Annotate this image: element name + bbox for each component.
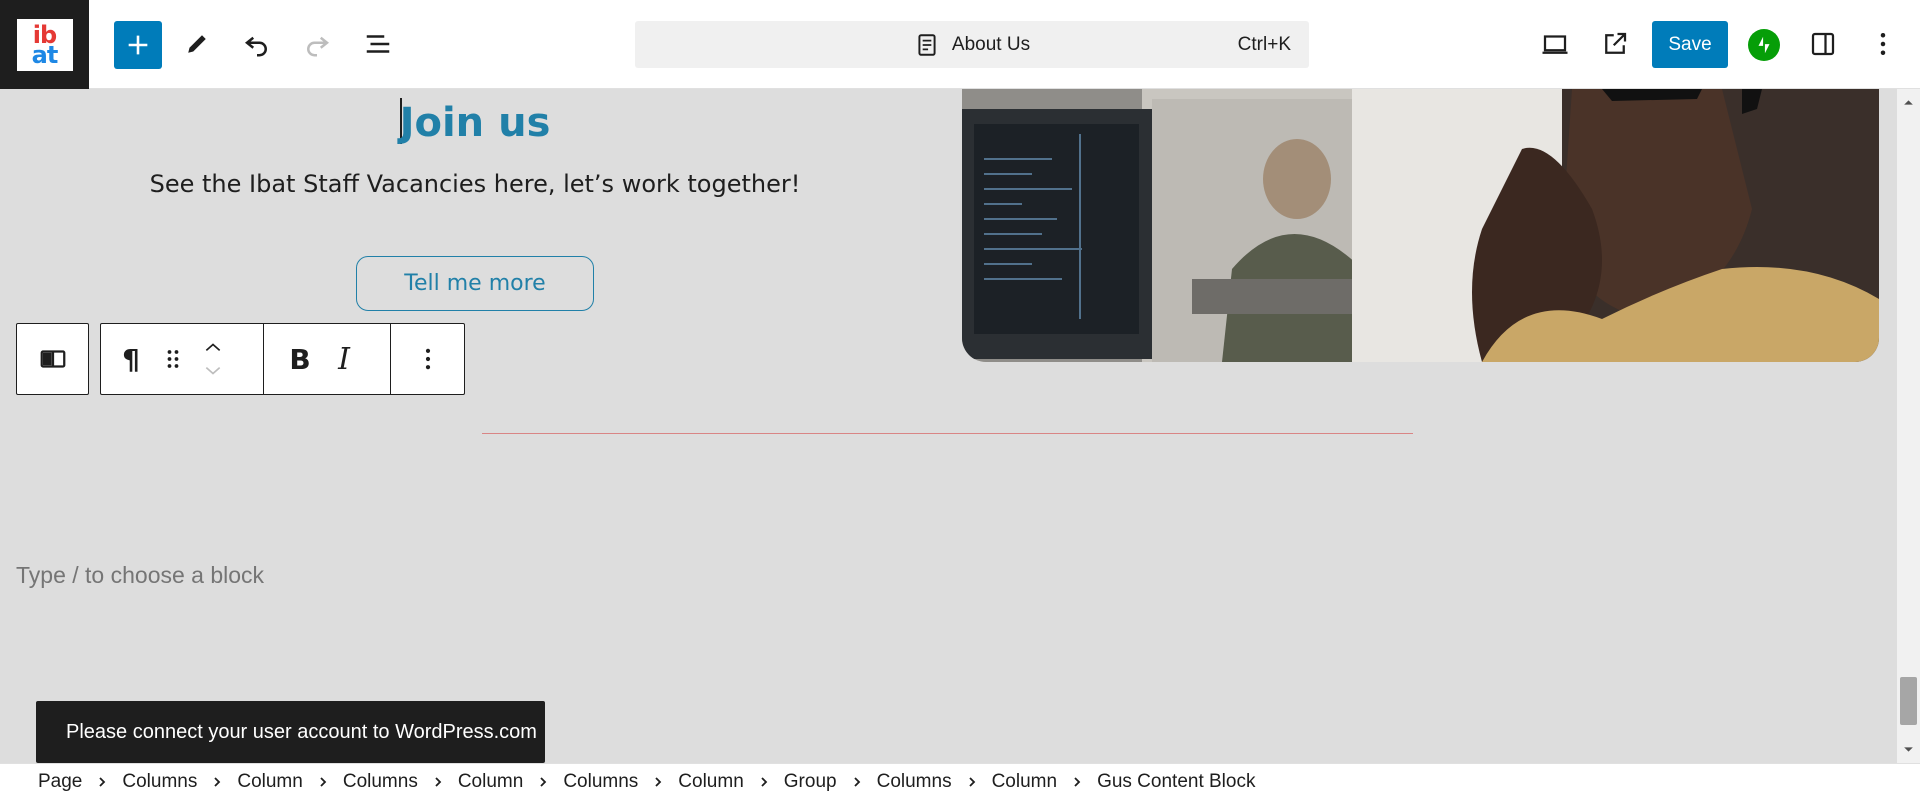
canvas-scrollbar[interactable]	[1897, 89, 1920, 763]
pencil-icon	[188, 35, 206, 53]
move-up-button[interactable]	[201, 338, 225, 356]
document-overview-button[interactable]	[354, 20, 402, 68]
block-toolbar: ¶ B I	[100, 323, 465, 395]
plus-icon	[128, 35, 148, 55]
site-logo-button[interactable]: ib at	[0, 0, 89, 89]
chevron-right-icon	[1069, 774, 1085, 790]
breadcrumb-item-columns[interactable]: Columns	[551, 767, 650, 797]
join-heading[interactable]: Join us	[0, 93, 950, 153]
chevron-right-icon	[849, 774, 865, 790]
undo-button[interactable]	[233, 20, 281, 68]
block-toolbar-group-more	[391, 324, 464, 394]
person-at-computer-image	[962, 89, 1879, 362]
breadcrumb-item-columns[interactable]: Columns	[110, 767, 209, 797]
chevron-down-icon	[205, 367, 221, 375]
view-page-button[interactable]	[1591, 20, 1639, 68]
command-palette-bar[interactable]: About Us Ctrl+K	[635, 21, 1309, 68]
list-view-icon	[366, 35, 390, 53]
breadcrumb-item-column[interactable]: Column	[225, 767, 314, 797]
scroll-thumb[interactable]	[1900, 677, 1917, 725]
editor-header: ib at About Us Ctrl+K Save	[0, 0, 1920, 89]
vacancies-paragraph[interactable]: See the Ibat Staff Vacancies here, let’s…	[0, 170, 950, 198]
add-block-button[interactable]	[114, 21, 162, 69]
more-vertical-icon	[425, 348, 430, 370]
redo-icon	[307, 36, 330, 57]
site-logo: ib at	[16, 18, 73, 71]
paragraph-button[interactable]: ¶	[109, 324, 153, 394]
jetpack-icon	[1758, 36, 1770, 54]
save-button[interactable]: Save	[1652, 21, 1728, 68]
pilcrow-icon: ¶	[122, 342, 140, 376]
breadcrumb-item-column[interactable]: Column	[446, 767, 535, 797]
chevron-right-icon	[94, 774, 110, 790]
chevron-up-icon	[205, 343, 221, 351]
undo-icon	[244, 36, 267, 57]
snackbar-message: Please connect your user account to Word…	[66, 720, 537, 743]
sidebar-icon	[1811, 32, 1835, 56]
breadcrumb-item-group[interactable]: Group	[772, 767, 849, 797]
drag-handle[interactable]	[153, 324, 193, 394]
join-heading-text: Join us	[399, 100, 551, 146]
redo-button[interactable]	[293, 20, 341, 68]
breadcrumb-item-page[interactable]: Page	[26, 767, 94, 797]
settings-button[interactable]	[1799, 20, 1847, 68]
breadcrumb-item-columns[interactable]: Columns	[865, 767, 964, 797]
block-movers	[193, 324, 233, 394]
chevron-right-icon	[964, 774, 980, 790]
more-vertical-icon	[1880, 33, 1886, 55]
command-shortcut: Ctrl+K	[1237, 34, 1291, 55]
breadcrumb-item-current: Gus Content Block	[1097, 771, 1256, 792]
editor-canvas: Join us See the Ibat Staff Vacancies her…	[0, 89, 1897, 763]
external-link-icon	[1605, 32, 1627, 54]
bold-button[interactable]: B	[278, 324, 322, 394]
tools-button[interactable]	[173, 20, 221, 68]
logo-text-bottom: at	[31, 40, 59, 69]
jetpack-button[interactable]	[1748, 29, 1780, 61]
block-placeholder[interactable]: Type / to choose a block	[16, 562, 264, 589]
chevron-right-icon	[315, 774, 331, 790]
move-down-button[interactable]	[201, 362, 225, 380]
page-icon	[918, 33, 936, 56]
snackbar-notice[interactable]: Please connect your user account to Word…	[36, 701, 545, 763]
scroll-up-arrow-icon[interactable]	[1902, 96, 1915, 109]
drag-handle-icon	[167, 350, 179, 368]
breadcrumb-item-column[interactable]: Column	[980, 767, 1069, 797]
chevron-right-icon	[650, 774, 666, 790]
select-parent-block-button[interactable]	[16, 323, 89, 395]
chevron-right-icon	[430, 774, 446, 790]
block-options-button[interactable]	[406, 324, 450, 394]
breadcrumb-item-column[interactable]: Column	[666, 767, 755, 797]
block-toolbar-group-type: ¶	[101, 324, 264, 394]
italic-button[interactable]: I	[322, 324, 366, 394]
tell-me-more-button[interactable]: Tell me more	[356, 256, 594, 311]
block-breadcrumb: Page Columns Column Columns Column Colum…	[0, 763, 1920, 800]
breadcrumb-item-columns[interactable]: Columns	[331, 767, 430, 797]
separator-line	[482, 433, 1413, 434]
columns-icon	[40, 350, 65, 368]
chevron-right-icon	[535, 774, 551, 790]
document-title: About Us	[951, 33, 1031, 55]
view-button[interactable]	[1531, 20, 1579, 68]
scroll-down-arrow-icon[interactable]	[1902, 743, 1915, 756]
hero-photo[interactable]	[962, 89, 1879, 362]
chevron-right-icon	[756, 774, 772, 790]
options-button[interactable]	[1859, 20, 1907, 68]
chevron-right-icon	[209, 774, 225, 790]
block-toolbar-group-format: B I	[264, 324, 391, 394]
desktop-icon	[1542, 35, 1568, 54]
